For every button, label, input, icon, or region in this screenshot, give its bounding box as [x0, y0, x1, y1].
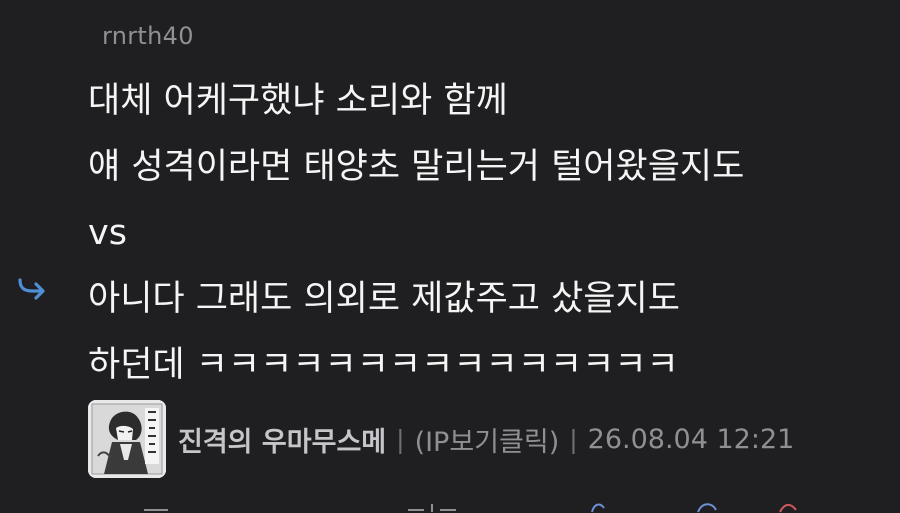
- meta-separator: |: [396, 424, 405, 454]
- comment-line: 아니다 그래도 의외로 제값주고 샀을지도: [88, 279, 680, 319]
- action-icon-fragment: [591, 503, 605, 513]
- action-icon-fragment: [144, 509, 168, 511]
- comment-line: vs: [88, 213, 127, 253]
- comment-line: 얘 성격이라면 태양초 말리는거 털어왔을지도: [88, 147, 745, 187]
- reply-arrow-icon: [18, 278, 45, 300]
- comment-body: 대체 어케구했냐 소리와 함께 얘 성격이라면 태양초 말리는거 털어왔을지도 …: [88, 68, 888, 398]
- manga-character-avatar-icon: [88, 400, 166, 478]
- action-icon-fragment: [779, 504, 797, 513]
- meta-separator: |: [569, 424, 578, 454]
- action-icon-fragment: [408, 504, 456, 512]
- comment-line: 대체 어케구했냐 소리와 함께: [88, 81, 508, 121]
- comment-date: 26.08.04 12:21: [587, 423, 795, 455]
- comment-username: rnrth40: [102, 22, 194, 50]
- avatar[interactable]: [88, 400, 166, 478]
- comment-line: 하던데 ㅋㅋㅋㅋㅋㅋㅋㅋㅋㅋㅋㅋㅋㅋㅋ: [88, 345, 679, 385]
- ip-view-link[interactable]: (IP보기클릭): [415, 420, 560, 459]
- author-nickname[interactable]: 진격의 우마무스메: [178, 420, 386, 459]
- comment-meta: 진격의 우마무스메 | (IP보기클릭) | 26.08.04 12:21: [178, 419, 794, 459]
- comment-actions-partial: [0, 498, 900, 513]
- action-icon-fragment: [697, 503, 717, 513]
